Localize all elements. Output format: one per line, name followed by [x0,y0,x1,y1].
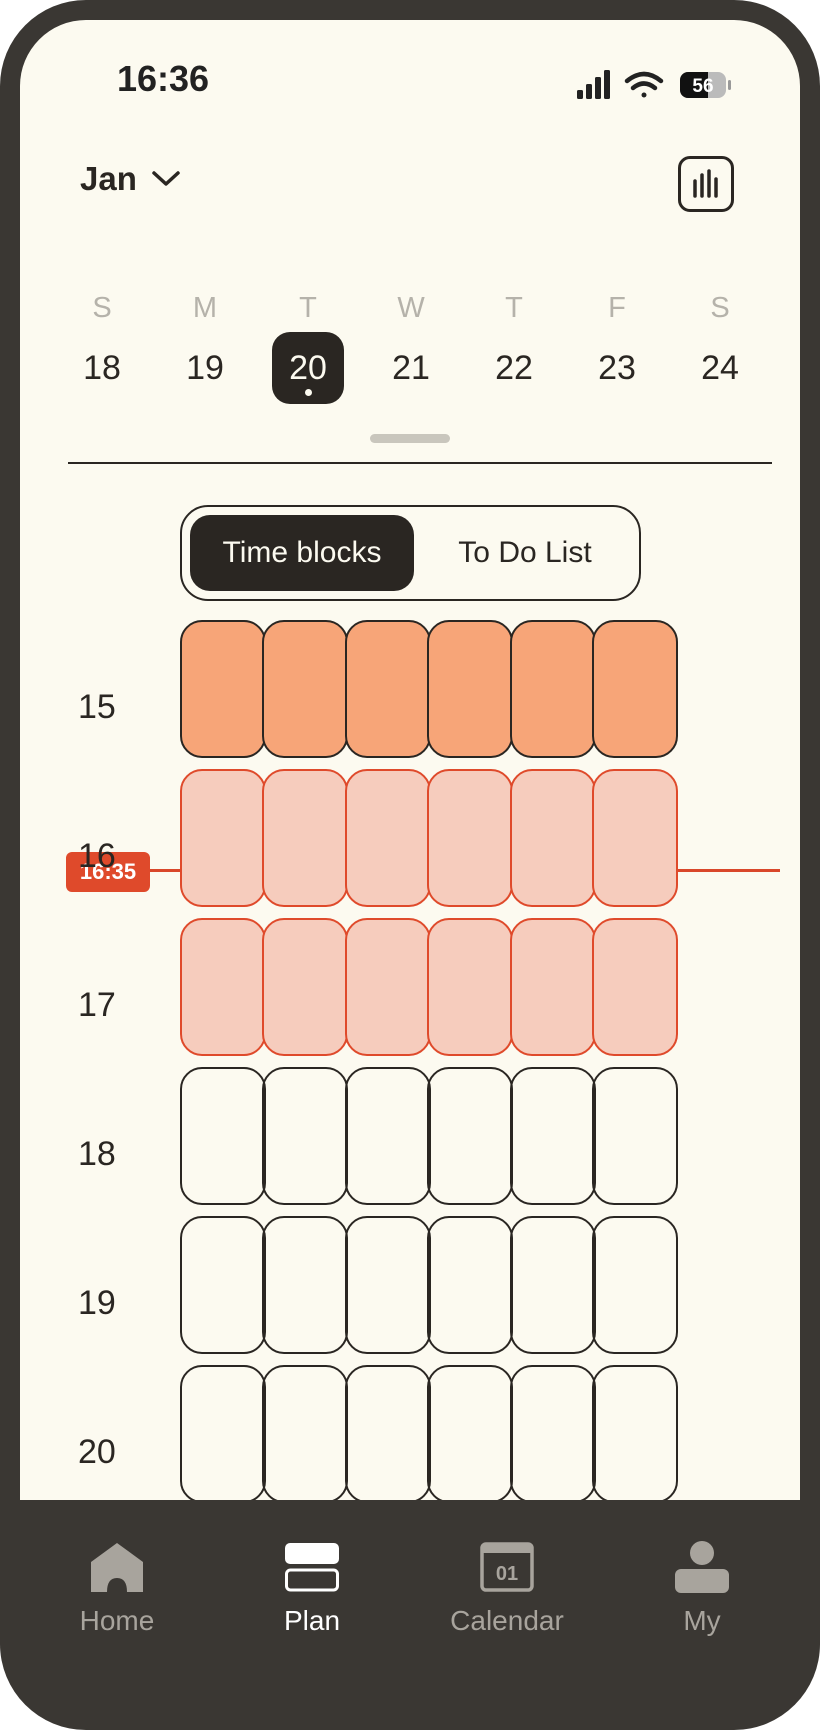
time-block[interactable] [345,1067,431,1205]
time-block[interactable] [510,620,596,758]
time-block[interactable] [180,1365,266,1500]
tab-my[interactable]: My [622,1540,782,1637]
date-20[interactable]: 20 [272,332,344,404]
time-block[interactable] [427,1067,513,1205]
tab-plan[interactable]: Plan [232,1540,392,1637]
time-block[interactable] [262,1365,348,1500]
time-block[interactable] [592,918,678,1056]
time-block[interactable] [180,1216,266,1354]
battery-level: 56 [692,76,713,97]
time-block[interactable] [427,769,513,907]
time-block[interactable] [427,1365,513,1500]
time-block[interactable] [180,1067,266,1205]
time-block[interactable] [345,918,431,1056]
time-block[interactable] [262,620,348,758]
time-block[interactable] [427,620,513,758]
hour-label: 19 [78,1284,116,1322]
view-toggle: Time blocks To Do List [180,505,641,601]
time-block[interactable] [592,620,678,758]
time-block[interactable] [510,1365,596,1500]
home-icon [87,1540,147,1599]
time-block[interactable] [345,1216,431,1354]
date-23[interactable]: 23 [581,332,653,404]
time-block[interactable] [510,769,596,907]
signal-icon [577,70,610,99]
date-18[interactable]: 18 [66,332,138,404]
weekday-label: W [397,292,425,324]
hour-label: 17 [78,986,116,1024]
tab-label: Plan [283,1605,341,1636]
hour-label: 16 [78,837,116,875]
bar-chart-icon [693,169,718,198]
weekday-label: T [505,292,523,324]
calendar-icon-date: 01 [496,1563,518,1585]
battery-icon: 56 [680,72,731,98]
time-block[interactable] [427,1216,513,1354]
tab-home[interactable]: Home [37,1540,197,1637]
time-block[interactable] [510,1067,596,1205]
time-block[interactable] [180,620,266,758]
calendar-icon: 01 [477,1540,537,1599]
chevron-down-icon [152,171,180,186]
weekday-label: T [299,292,317,324]
tab-label: Calendar [450,1605,564,1636]
time-block[interactable] [427,918,513,1056]
status-time: 16:36 [117,58,210,99]
stats-button[interactable] [678,156,734,212]
status-icons: 56 [577,64,757,104]
todo-list-tab[interactable]: To Do List [414,515,636,591]
hour-label: 15 [78,688,116,726]
time-block[interactable] [345,1365,431,1500]
wifi-icon [624,71,664,98]
date-22[interactable]: 22 [478,332,550,404]
weekday-label: F [608,292,626,324]
month-selector[interactable]: Jan [80,160,181,198]
weekday-label: S [710,292,730,324]
time-block[interactable] [592,769,678,907]
screen: 16:36 56 Jan Time blocks To Do List 16:3… [20,20,800,1500]
tab-calendar[interactable]: 01 Calendar [427,1540,587,1637]
month-label: Jan [80,160,137,197]
time-blocks-tab[interactable]: Time blocks [190,515,414,591]
tab-bar: Home Plan 01 Calendar My [0,1500,820,1730]
time-block[interactable] [345,769,431,907]
time-block[interactable] [592,1067,678,1205]
person-icon [672,1540,732,1599]
hour-label: 20 [78,1433,116,1471]
time-block[interactable] [510,1216,596,1354]
time-block[interactable] [180,918,266,1056]
date-24[interactable]: 24 [684,332,756,404]
time-block[interactable] [262,769,348,907]
date-21[interactable]: 21 [375,332,447,404]
tab-label: Home [79,1605,155,1636]
weekday-label: M [192,292,218,324]
time-block[interactable] [510,918,596,1056]
time-block[interactable] [262,918,348,1056]
time-block[interactable] [592,1216,678,1354]
drag-handle[interactable] [370,434,450,443]
hour-label: 18 [78,1135,116,1173]
phone-frame: 16:36 56 Jan Time blocks To Do List 16:3… [0,0,820,1730]
time-block[interactable] [262,1216,348,1354]
weekday-label: S [92,292,112,324]
date-19[interactable]: 19 [169,332,241,404]
time-block[interactable] [592,1365,678,1500]
time-block[interactable] [180,769,266,907]
time-block[interactable] [345,620,431,758]
divider [68,462,772,464]
tab-label: My [683,1605,721,1636]
plan-icon [282,1540,342,1599]
time-block[interactable] [262,1067,348,1205]
